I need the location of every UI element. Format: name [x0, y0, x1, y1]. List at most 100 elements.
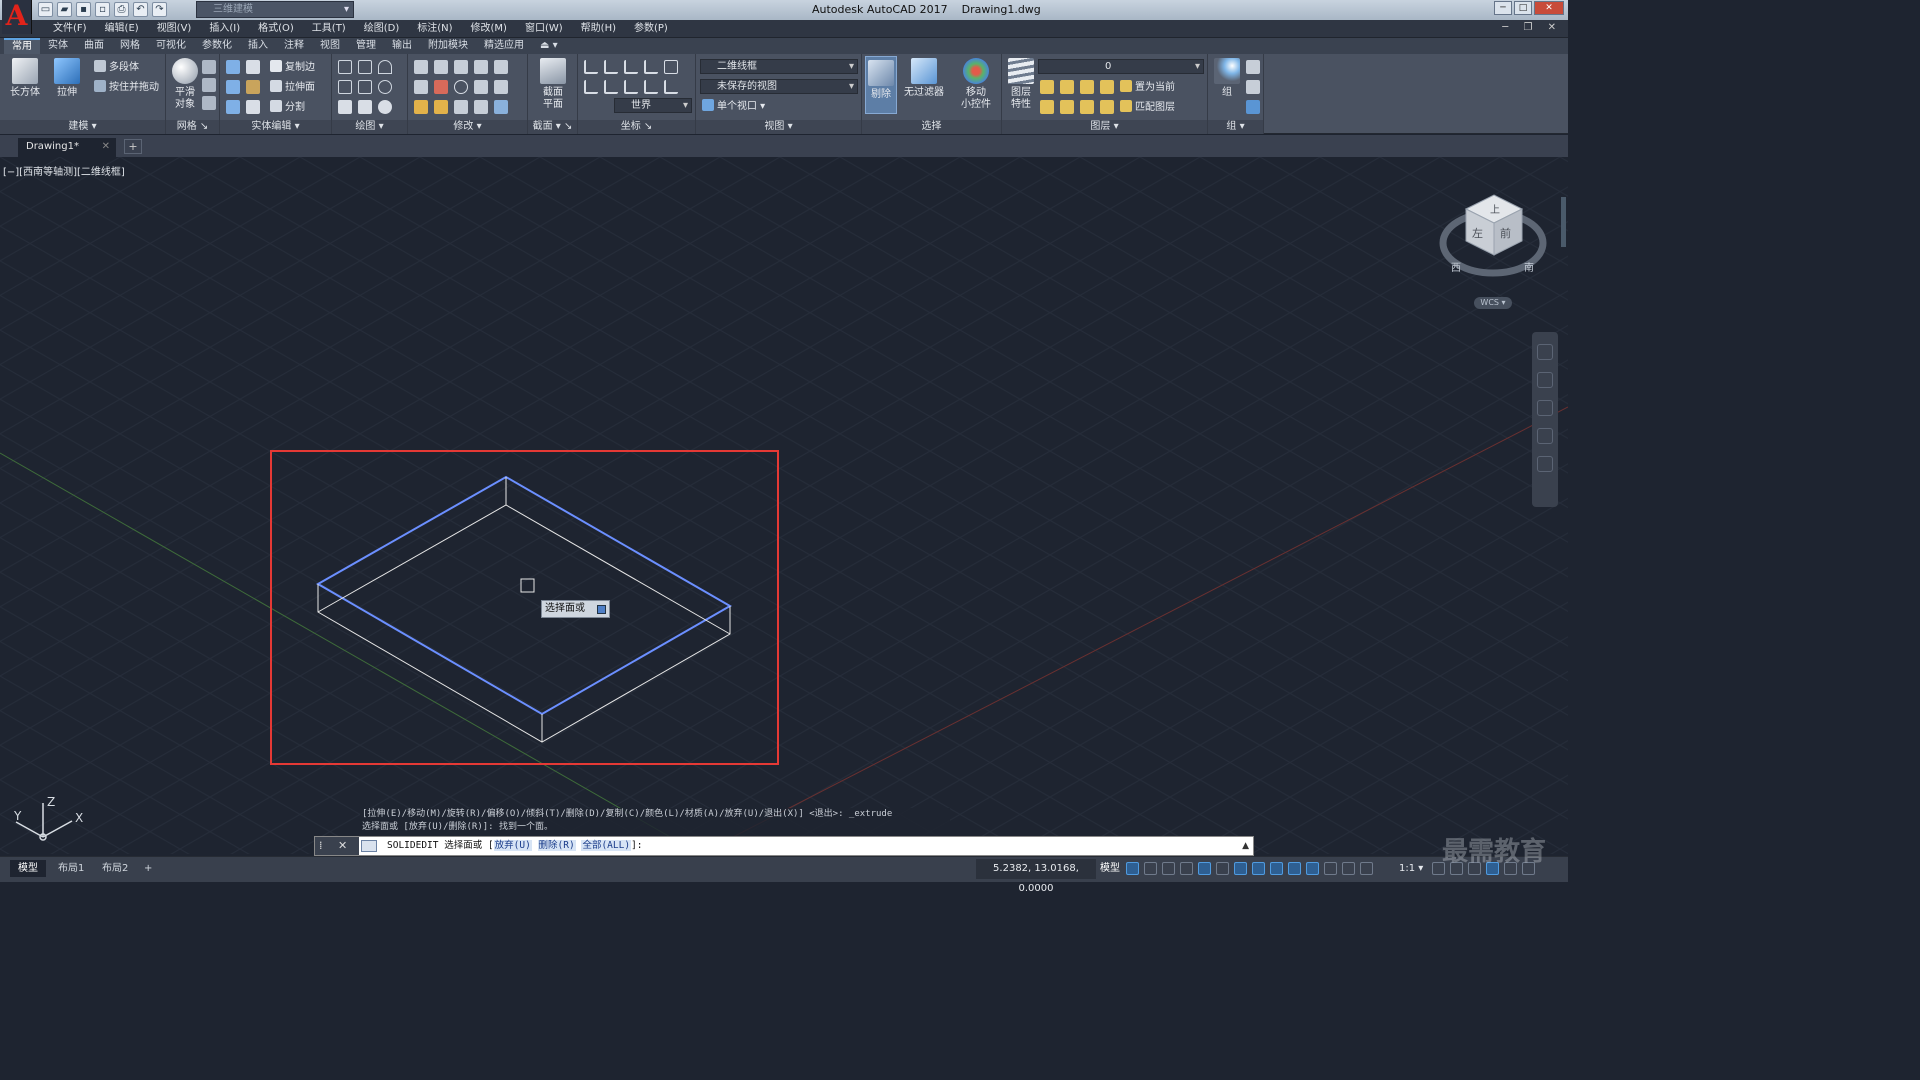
- chamfer-icon[interactable]: [494, 80, 508, 94]
- tab-annotate[interactable]: 注释: [276, 38, 312, 54]
- menu-tools[interactable]: 工具(T): [303, 22, 355, 36]
- open-icon[interactable]: ▰: [57, 2, 72, 17]
- slice-icon[interactable]: [246, 60, 260, 74]
- redo-icon[interactable]: ↷: [152, 2, 167, 17]
- layer-off-icon[interactable]: [1040, 80, 1054, 94]
- polar-icon[interactable]: [1198, 862, 1211, 875]
- isodraft-icon[interactable]: [1216, 862, 1229, 875]
- menu-help[interactable]: 帮助(H): [572, 22, 625, 36]
- 3d-move-icon[interactable]: [434, 60, 448, 74]
- menu-dimension[interactable]: 标注(N): [408, 22, 461, 36]
- mesh-refine-icon[interactable]: [202, 60, 216, 74]
- menu-edit[interactable]: 编辑(E): [96, 22, 148, 36]
- match-layer-button[interactable]: 匹配图层: [1120, 100, 1175, 114]
- ortho-icon[interactable]: [1180, 862, 1193, 875]
- ucs-origin-icon[interactable]: [584, 80, 598, 94]
- panel-section-label[interactable]: 截面 ▾ ↘: [528, 120, 577, 134]
- line-icon[interactable]: [358, 80, 372, 94]
- layer-isolate-icon[interactable]: [1060, 80, 1074, 94]
- separate-button[interactable]: 分割: [270, 100, 305, 114]
- annotation-visibility-icon[interactable]: [1342, 862, 1355, 875]
- trim-icon[interactable]: [414, 60, 428, 74]
- object-snap-icon[interactable]: [1252, 862, 1265, 875]
- intersect-icon[interactable]: [226, 100, 240, 114]
- arc-icon[interactable]: [378, 60, 392, 74]
- coordinates-readout[interactable]: 5.2382, 13.0168, 0.0000: [976, 859, 1096, 894]
- layer-thaw-icon[interactable]: [1080, 100, 1094, 114]
- option-all[interactable]: 全部(ALL): [581, 840, 632, 851]
- menu-draw[interactable]: 绘图(D): [355, 22, 409, 36]
- menu-parametric[interactable]: 参数(P): [625, 22, 677, 36]
- layer-select[interactable]: 0: [1038, 59, 1204, 74]
- named-view-select[interactable]: 未保存的视图: [700, 79, 858, 94]
- polysolid-button[interactable]: 多段体: [94, 60, 139, 74]
- menu-file[interactable]: 文件(F): [44, 22, 96, 36]
- tab-manage[interactable]: 管理: [348, 38, 384, 54]
- ungroup-icon[interactable]: [1246, 60, 1260, 74]
- explode-icon[interactable]: [434, 100, 448, 114]
- mesh-convert-icon[interactable]: [202, 96, 216, 110]
- auto-scale-icon[interactable]: [1360, 862, 1373, 875]
- 3d-rotate-icon[interactable]: [474, 60, 488, 74]
- tab-solid[interactable]: 实体: [40, 38, 76, 54]
- helix-icon[interactable]: [358, 60, 372, 74]
- close-icon[interactable]: ✕: [102, 138, 110, 155]
- ucs-z-icon[interactable]: [624, 80, 638, 94]
- rotate-icon[interactable]: [434, 80, 448, 94]
- annotation-scale[interactable]: 1:1 ▾: [1399, 860, 1423, 878]
- set-current-button[interactable]: 置为当前: [1120, 80, 1175, 94]
- panel-solid-editing-label[interactable]: 实体编辑 ▾: [220, 120, 331, 134]
- tab-output[interactable]: 输出: [384, 38, 420, 54]
- extrude-button[interactable]: 拉伸: [50, 58, 84, 99]
- panel-draw-label[interactable]: 绘图 ▾: [332, 120, 407, 134]
- layer-on-icon[interactable]: [1040, 100, 1054, 114]
- rectangle-icon[interactable]: [358, 100, 372, 114]
- ucs-3point-icon[interactable]: [644, 80, 658, 94]
- tab-model[interactable]: 模型: [10, 860, 46, 877]
- option-undo[interactable]: 放弃(U): [493, 840, 532, 851]
- no-filter-button[interactable]: 无过滤器: [902, 58, 946, 99]
- drawing-viewport[interactable]: Z Y X 上 左 前 西 南 [−][西南等轴测][二维线框] 选择面或 WC…: [0, 157, 1568, 854]
- tab-parametric[interactable]: 参数化: [194, 38, 240, 54]
- culling-button[interactable]: 剔除: [865, 56, 897, 114]
- viewport-controls-label[interactable]: [−][西南等轴测][二维线框]: [3, 163, 125, 178]
- workspace-select[interactable]: 三维建模: [196, 1, 354, 18]
- group-selection-icon[interactable]: [1246, 100, 1260, 114]
- model-space-button[interactable]: 模型: [1100, 860, 1120, 878]
- ucs-world-select[interactable]: 世界: [614, 98, 692, 113]
- infer-icon[interactable]: [1162, 862, 1175, 875]
- ucs-view-icon[interactable]: [644, 60, 658, 74]
- pan-icon[interactable]: [1537, 372, 1553, 388]
- minimize-button[interactable]: ─: [1494, 1, 1512, 15]
- new-tab-button[interactable]: +: [124, 139, 142, 154]
- panel-modify-label[interactable]: 修改 ▾: [408, 120, 527, 134]
- polyline-icon[interactable]: [338, 60, 352, 74]
- layer-properties-button[interactable]: 图层 特性: [1004, 58, 1038, 111]
- erase-icon[interactable]: [414, 100, 428, 114]
- layer-lock-icon[interactable]: [1100, 80, 1114, 94]
- zoom-icon[interactable]: [1537, 400, 1553, 416]
- tab-view[interactable]: 视图: [312, 38, 348, 54]
- ucs-x-icon[interactable]: [624, 60, 638, 74]
- ucs-world-icon[interactable]: [604, 60, 618, 74]
- command-history-toggle[interactable]: ▲: [1242, 837, 1249, 855]
- ellipse-icon[interactable]: [378, 100, 392, 114]
- layer-freeze-icon[interactable]: [1080, 80, 1094, 94]
- ucs-icon[interactable]: [584, 60, 598, 74]
- panel-groups-label[interactable]: 组 ▾: [1208, 120, 1263, 134]
- tab-surface[interactable]: 曲面: [76, 38, 112, 54]
- spline-icon[interactable]: [338, 80, 352, 94]
- copy-edges-button[interactable]: 复制边: [270, 60, 315, 74]
- layer-unisolate-icon[interactable]: [1060, 100, 1074, 114]
- command-prompt-icon[interactable]: [361, 840, 377, 852]
- viewport-config-button[interactable]: 单个视口 ▾: [702, 99, 765, 113]
- scale-icon[interactable]: [454, 100, 468, 114]
- tab-addins[interactable]: 附加模块: [420, 38, 476, 54]
- tooltip-options-icon[interactable]: [597, 605, 606, 614]
- ribbon-options-button[interactable]: ⏏ ▾: [532, 38, 566, 54]
- section-plane-button[interactable]: 截面 平面: [536, 58, 570, 111]
- tab-home[interactable]: 常用: [4, 38, 40, 54]
- menu-modify[interactable]: 修改(M): [462, 22, 516, 36]
- panel-view-label[interactable]: 视图 ▾: [696, 120, 861, 134]
- menu-view[interactable]: 视图(V): [148, 22, 201, 36]
